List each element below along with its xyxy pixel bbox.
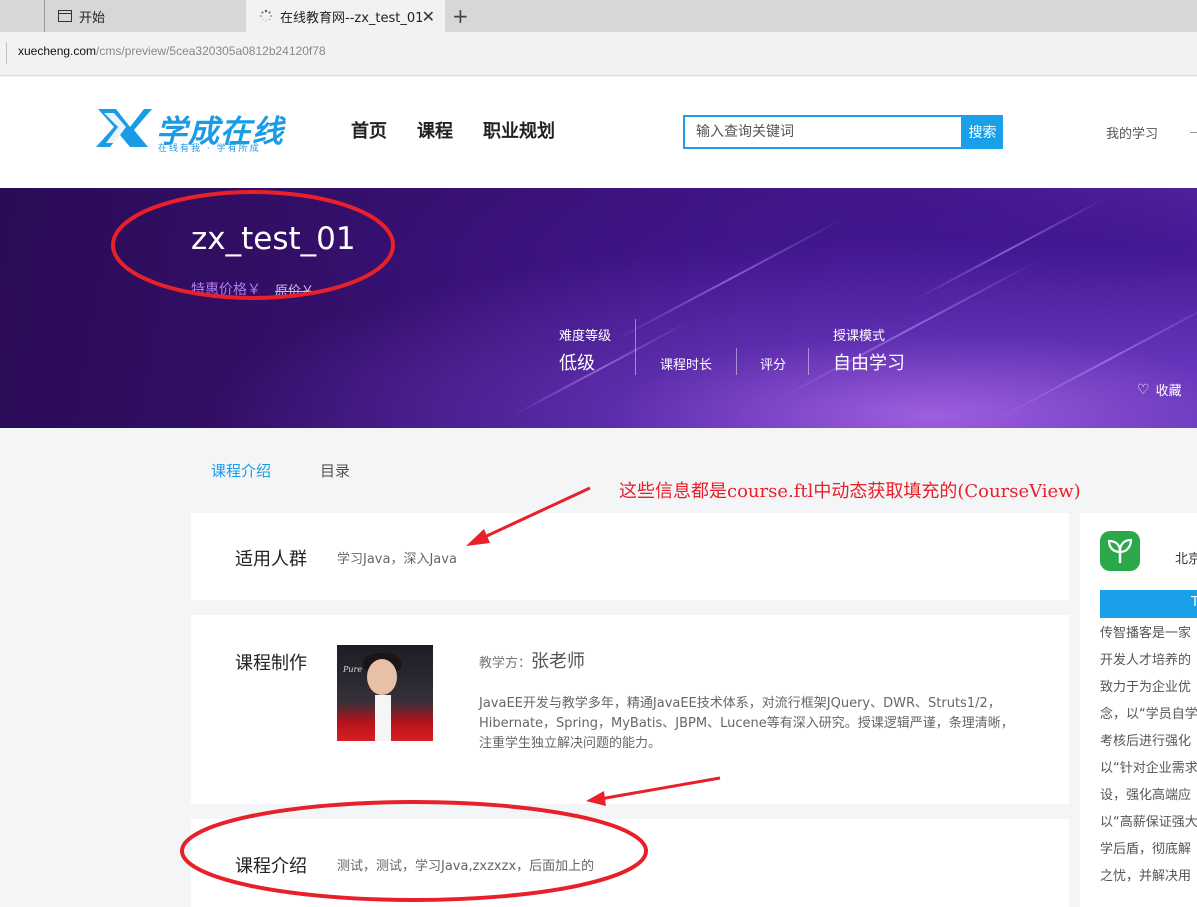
banner-light-streak xyxy=(614,217,846,341)
org-button-label: T xyxy=(1191,595,1197,610)
org-desc-line: 学后盾，彻底解 xyxy=(1100,842,1192,857)
tab-course-page[interactable]: 在线教育网--zx_test_01 ✕ xyxy=(246,0,445,32)
teacher-bio-line: Hibernate，Spring，MyBatis、JBPM、Lucene等有深入… xyxy=(479,716,1014,731)
nav-home[interactable]: 首页 xyxy=(351,117,387,143)
teacher-photo: Pure xyxy=(337,645,433,741)
course-description-text: 测试，测试，学习Java,zxzxzx，后面加上的 xyxy=(337,859,595,874)
org-desc-line: 设，强化高端应 xyxy=(1100,788,1192,803)
site-logo[interactable]: 学成在线 在线有我 · 学有所成 xyxy=(94,105,294,155)
course-description-heading: 课程介绍 xyxy=(235,856,307,877)
org-desc-line: 以“针对企业需求 xyxy=(1100,761,1197,776)
org-desc-line: 考核后进行强化 xyxy=(1100,734,1192,749)
nav-course[interactable]: 课程 xyxy=(417,117,453,143)
audience-card: 适用人群 学习Java，深入Java xyxy=(191,513,1069,600)
favorite-button[interactable]: ♡ 收藏 xyxy=(1137,380,1182,400)
favorite-label: 收藏 xyxy=(1155,384,1182,399)
close-tab-icon[interactable]: ✕ xyxy=(422,7,435,26)
duration-label: 课程时长 xyxy=(660,358,713,373)
teaching-mode-label: 授课模式 xyxy=(833,329,886,344)
banner-light-streak xyxy=(912,196,1108,302)
rating-label: 评分 xyxy=(760,358,787,373)
url-text[interactable]: xuecheng.com/cms/preview/5cea320305a0812… xyxy=(18,44,326,58)
address-divider xyxy=(6,42,7,64)
org-logo xyxy=(1100,531,1140,571)
search-box xyxy=(683,115,963,149)
teacher-prefix: 教学方： xyxy=(479,656,532,671)
meta-divider xyxy=(635,319,636,375)
meta-divider xyxy=(736,348,737,375)
course-maker-heading: 课程制作 xyxy=(235,653,307,674)
photo-tag: Pure xyxy=(343,665,363,674)
teacher-bio: JavaEE开发与教学多年，精通JavaEE技术体系，对流行框架JQuery、D… xyxy=(479,694,1039,754)
difficulty-label: 难度等级 xyxy=(559,329,612,344)
tab-label: 在线教育网--zx_test_01 xyxy=(280,10,424,26)
teacher-name: 教学方：张老师 xyxy=(479,647,585,673)
audience-text: 学习Java，深入Java xyxy=(337,552,457,567)
tab-label: 开始 xyxy=(79,10,106,26)
org-desc-line: 开发人才培养的 xyxy=(1100,653,1192,668)
url-host: xuecheng.com xyxy=(18,44,97,58)
org-desc-line: 传智播客是一家 xyxy=(1100,626,1192,641)
org-desc-line: 致力于为企业优 xyxy=(1100,680,1192,695)
teacher-bio-line: 注重学生独立解决问题的能力。 xyxy=(479,736,662,751)
org-description: 传智播客是一家 开发人才培养的 致力于为企业优 念，以“学员自学 考核后进行强化… xyxy=(1100,620,1197,890)
course-title: zx_test_01 xyxy=(191,221,356,257)
course-banner: zx_test_01 特惠价格￥ 原价￥ 难度等级 低级 课程时长 评分 授课模… xyxy=(0,188,1197,428)
logo-subtitle: 在线有我 · 学有所成 xyxy=(158,144,261,154)
org-name: 北京 xyxy=(1175,552,1197,567)
tab-start[interactable]: 开始 xyxy=(44,0,244,32)
loading-spinner-icon xyxy=(258,8,274,24)
heart-icon: ♡ xyxy=(1137,381,1150,398)
sprout-icon xyxy=(1107,538,1133,563)
course-maker-card: 课程制作 Pure 教学方：张老师 JavaEE开发与教学多年，精通JavaEE… xyxy=(191,615,1069,804)
url-path: /cms/preview/5cea320305a0812b24120f78 xyxy=(96,44,326,58)
organization-card: 北京 T 传智播客是一家 开发人才培养的 致力于为企业优 念，以“学员自学 考核… xyxy=(1080,513,1197,907)
banner-light-streak xyxy=(777,257,1043,401)
tab-catalog[interactable]: 目录 xyxy=(320,460,350,481)
browser-tab-bar: 开始 在线教育网--zx_test_01 ✕ + xyxy=(0,0,1197,32)
org-action-button[interactable]: T xyxy=(1100,590,1197,618)
course-description-card: 课程介绍 测试，测试，学习Java,zxzxzx，后面加上的 xyxy=(191,819,1069,907)
meta-divider xyxy=(808,348,809,375)
teacher-name-value: 张老师 xyxy=(531,651,586,672)
photo-shirt xyxy=(375,695,391,741)
annotation-note: 这些信息都是course.ftl中动态获取填充的(CourseView) xyxy=(619,481,1081,502)
difficulty-value: 低级 xyxy=(559,353,595,374)
search-input[interactable] xyxy=(685,117,961,147)
org-desc-line: 念，以“学员自学 xyxy=(1100,707,1197,722)
org-desc-line: 之忧，并解决用 xyxy=(1100,869,1192,884)
teaching-mode-value: 自由学习 xyxy=(833,353,905,374)
logo-x-icon xyxy=(96,109,152,147)
discount-price-label: 特惠价格￥ xyxy=(191,282,261,298)
audience-heading: 适用人群 xyxy=(235,549,307,570)
new-tab-plus-icon[interactable]: + xyxy=(452,4,469,28)
tab-course-intro[interactable]: 课程介绍 xyxy=(211,460,271,481)
banner-light-streak xyxy=(994,297,1197,421)
site-header: 学成在线 在线有我 · 学有所成 首页 课程 职业规划 搜索 我的学习 xyxy=(0,77,1197,188)
address-bar[interactable]: xuecheng.com/cms/preview/5cea320305a0812… xyxy=(0,32,1197,76)
teacher-bio-line: JavaEE开发与教学多年，精通JavaEE技术体系，对流行框架JQuery、D… xyxy=(479,696,1001,711)
photo-face xyxy=(367,659,397,695)
window-icon xyxy=(57,8,73,24)
search-button[interactable]: 搜索 xyxy=(962,115,1003,149)
original-price-label: 原价￥ xyxy=(275,284,315,299)
org-desc-line: 以“高薪保证强大 xyxy=(1100,815,1197,830)
my-study-link[interactable]: 我的学习 xyxy=(1106,123,1158,142)
header-divider xyxy=(1190,132,1197,133)
nav-career-planning[interactable]: 职业规划 xyxy=(483,117,555,143)
